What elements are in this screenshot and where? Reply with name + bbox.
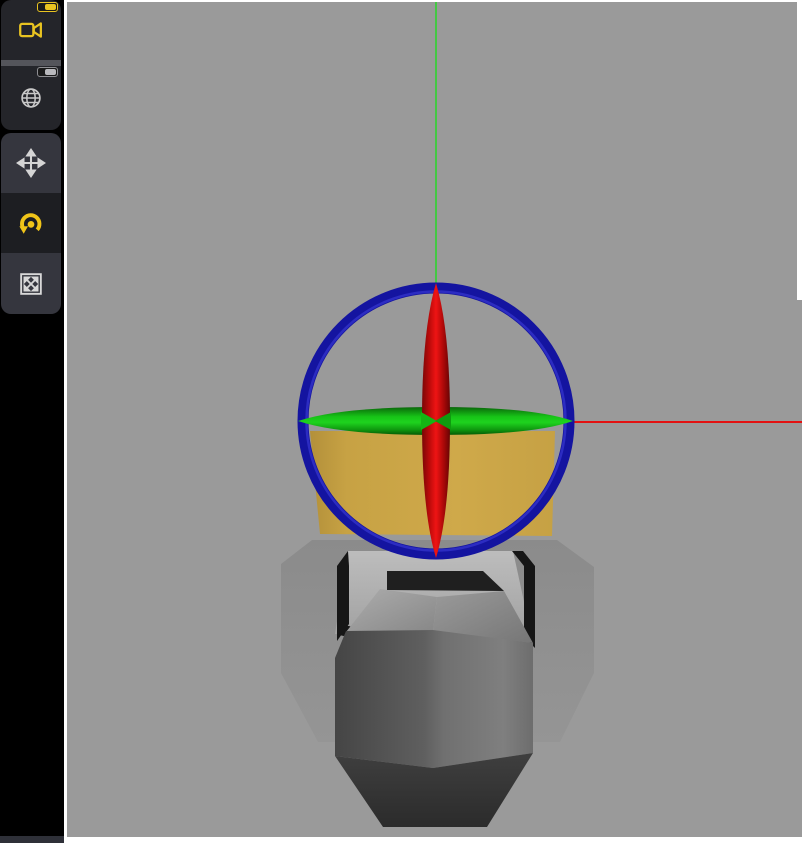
move-arrows-icon	[16, 148, 46, 178]
window-border-left	[64, 0, 67, 843]
camera-icon	[16, 15, 46, 45]
scale-tool-button[interactable]	[1, 253, 61, 314]
toolbar-panel-transform	[1, 133, 61, 314]
sidebar-bottom-bar	[0, 836, 64, 843]
globe-toggle-knob	[45, 69, 56, 75]
globe-icon	[16, 83, 46, 113]
window-border-top	[64, 0, 802, 2]
app-window	[0, 0, 802, 843]
globe-toggle-switch[interactable]	[37, 67, 58, 77]
camera-toggle-switch[interactable]	[37, 2, 58, 12]
viewport-3d[interactable]	[0, 0, 802, 843]
world-globe-button[interactable]	[1, 66, 61, 130]
translate-tool-button[interactable]	[1, 133, 61, 193]
pod-mid-band	[335, 630, 533, 768]
scale-box-icon	[16, 269, 46, 299]
left-toolbar	[0, 0, 64, 843]
toolbar-panel-view	[1, 0, 61, 130]
window-border-right	[797, 0, 802, 300]
window-border-bottom	[64, 837, 802, 843]
camera-view-button[interactable]	[1, 0, 61, 60]
rotate-arrow-icon	[16, 208, 46, 238]
rotate-tool-button[interactable]	[1, 193, 61, 253]
camera-toggle-knob	[45, 4, 56, 10]
